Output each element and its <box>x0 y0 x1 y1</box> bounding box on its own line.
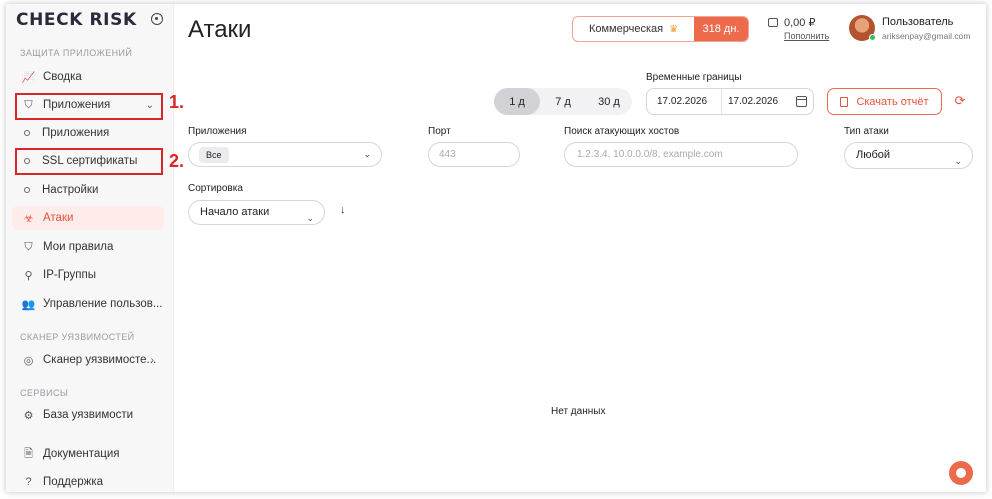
apps-select[interactable]: Все ⌄ <box>188 142 382 167</box>
location-pin-icon: ⚲ <box>24 269 33 282</box>
sidebar-item-docs[interactable]: 🗎 Документация <box>12 442 164 466</box>
sidebar-item-label: Сводка <box>43 71 82 83</box>
chat-icon[interactable] <box>949 461 973 485</box>
sidebar-item-label: IP-Группы <box>43 269 97 281</box>
user-name[interactable]: Пользователь <box>882 16 953 28</box>
sidebar-item-scanner[interactable]: ◎ Сканер уязвимосте... › <box>12 348 164 372</box>
period-1d[interactable]: 1 д <box>494 88 540 115</box>
sidebar-item-label: Управление пользов... <box>43 298 163 310</box>
sidebar-item-attacks[interactable]: ☣ Атаки <box>12 206 164 230</box>
chart-icon: 📈 <box>21 71 36 84</box>
sidebar: CHECK RISK ЗАЩИТА ПРИЛОЖЕНИЙ 📈 Сводка ⛉ … <box>6 4 174 492</box>
period-7d[interactable]: 7 д <box>540 88 586 115</box>
plan-days: 318 дн. <box>694 17 748 41</box>
circle-icon <box>24 187 30 193</box>
apps-filter-label: Приложения <box>188 126 247 137</box>
plan-badge[interactable]: Коммерческая ♛ 318 дн. <box>572 16 749 42</box>
logo: CHECK RISK <box>16 10 137 30</box>
hosts-search-label: Поиск атакующих хостов <box>564 126 680 137</box>
annotation-label-2: 2. <box>169 151 185 171</box>
sidebar-item-rules[interactable]: ⛉ Мои правила <box>12 235 164 259</box>
empty-state: Нет данных <box>551 406 606 417</box>
collapse-sidebar-icon[interactable] <box>151 13 163 25</box>
sort-value: Начало атаки <box>200 206 270 218</box>
rules-icon: ⛉ <box>24 240 33 253</box>
section-title-scanner: СКАНЕР УЯЗВИМОСТЕЙ <box>20 332 135 342</box>
crown-icon: ♛ <box>669 23 679 35</box>
circle-icon <box>24 130 30 136</box>
sort-select[interactable]: Начало атаки ⌄ <box>188 200 325 225</box>
sidebar-item-label: Поддержка <box>43 476 103 488</box>
hosts-search-input[interactable]: 1.2.3.4, 10.0.0.0/8, example.com <box>564 142 798 167</box>
download-report-label: Скачать отчёт <box>856 95 929 108</box>
sidebar-item-label: Сканер уязвимосте... <box>43 354 157 366</box>
page-title: Атаки <box>188 16 252 43</box>
port-label: Порт <box>428 126 451 137</box>
sidebar-subitem-settings[interactable]: Настройки <box>12 178 164 202</box>
biohazard-icon: ☣ <box>23 212 34 225</box>
section-title-apps: ЗАЩИТА ПРИЛОЖЕНИЙ <box>20 48 133 58</box>
sort-direction-icon[interactable]: ↓ <box>340 204 346 216</box>
users-icon: 👥 <box>21 298 36 311</box>
database-icon: ⚙ <box>23 409 34 422</box>
user-email: ariksenpay@gmail.com <box>882 31 971 41</box>
period-switch: 1 д 7 д 30 д <box>494 88 632 115</box>
apps-select-value: Все <box>199 147 229 163</box>
section-title-services: СЕРВИСЫ <box>20 388 69 398</box>
sidebar-item-users[interactable]: 👥 Управление пользов... <box>12 292 164 316</box>
sidebar-item-label: Приложения <box>42 127 110 139</box>
avatar[interactable] <box>849 15 876 41</box>
annotation-box-2 <box>15 148 163 175</box>
balance: 0,00 ₽ <box>784 17 816 29</box>
help-icon: ? <box>25 476 32 488</box>
refresh-icon[interactable]: ⟳ <box>953 94 967 108</box>
sidebar-item-label: Документация <box>43 448 120 460</box>
sidebar-item-label: Атаки <box>43 212 74 224</box>
sidebar-item-vuln-db[interactable]: ⚙ База уязвимости <box>12 403 164 427</box>
sidebar-item-support[interactable]: ? Поддержка <box>12 470 164 492</box>
radar-icon: ◎ <box>23 354 34 367</box>
attack-type-value: Любой <box>856 149 891 161</box>
plan-name: Коммерческая <box>588 23 664 35</box>
date-range-picker[interactable]: 17.02.2026 17.02.2026 <box>646 88 814 115</box>
chevron-down-icon: ⌄ <box>954 156 962 166</box>
annotation-box-1 <box>15 93 163 120</box>
sidebar-item-summary[interactable]: 📈 Сводка <box>12 65 164 89</box>
chevron-right-icon: › <box>150 354 154 366</box>
annotation-label-1: 1. <box>169 92 185 112</box>
topup-link[interactable]: Пополнить <box>784 31 829 41</box>
period-30d[interactable]: 30 д <box>586 88 632 115</box>
sidebar-item-label: Настройки <box>42 184 99 196</box>
attack-type-select[interactable]: Любой ⌄ <box>844 142 973 169</box>
sidebar-subitem-applications[interactable]: Приложения <box>12 121 164 145</box>
time-range-label: Временные границы <box>646 72 742 83</box>
port-input[interactable]: 443 <box>428 142 520 167</box>
date-to[interactable]: 17.02.2026 <box>722 96 778 107</box>
sidebar-item-label: Мои правила <box>43 241 114 253</box>
file-icon <box>840 96 849 107</box>
wallet-icon <box>768 18 778 27</box>
download-report-button[interactable]: Скачать отчёт <box>827 88 942 115</box>
sidebar-item-ip-groups[interactable]: ⚲ IP-Группы <box>12 263 164 287</box>
chevron-down-icon: ⌄ <box>363 149 371 159</box>
document-icon: 🗎 <box>24 447 33 460</box>
sidebar-item-label: База уязвимости <box>43 409 134 421</box>
date-from[interactable]: 17.02.2026 <box>647 89 722 114</box>
wallet: 0,00 ₽ Пополнить <box>768 16 829 41</box>
online-status-icon <box>869 34 876 41</box>
calendar-icon[interactable] <box>796 96 807 107</box>
sort-label: Сортировка <box>188 183 243 194</box>
app-window: CHECK RISK ЗАЩИТА ПРИЛОЖЕНИЙ 📈 Сводка ⛉ … <box>6 4 986 492</box>
chevron-down-icon: ⌄ <box>306 213 314 223</box>
attack-type-label: Тип атаки <box>844 126 889 137</box>
